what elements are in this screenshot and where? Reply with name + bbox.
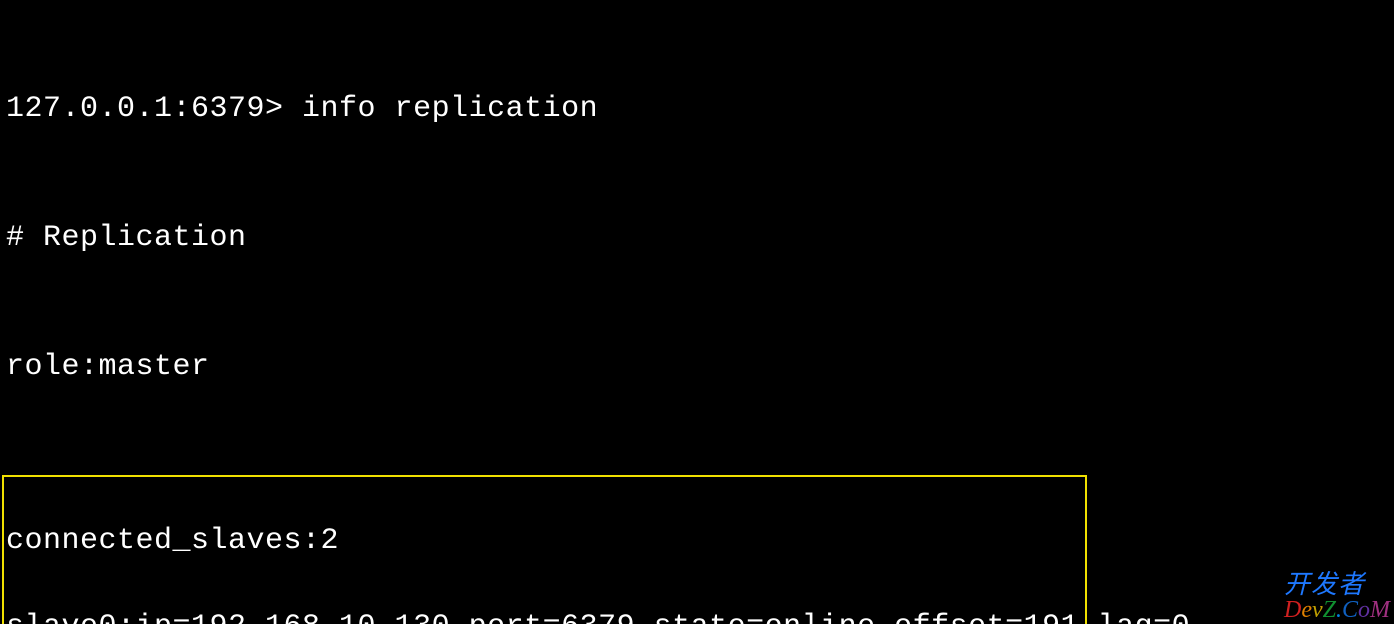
prompt: 127.0.0.1:6379> xyxy=(6,92,302,126)
terminal-output: 127.0.0.1:6379> info replication # Repli… xyxy=(0,0,1394,624)
prompt-line[interactable]: 127.0.0.1:6379> info replication xyxy=(6,88,1388,131)
highlight-box: connected_slaves:2 slave0:ip=192.168.10.… xyxy=(2,475,1087,624)
section-header: # Replication xyxy=(6,217,1388,260)
role-line: role:master xyxy=(6,346,1388,389)
command-text: info replication xyxy=(302,92,598,126)
connected-slaves-line: connected_slaves:2 xyxy=(6,520,1085,563)
slave0-line: slave0:ip=192.168.10.130,port=6379,state… xyxy=(6,606,1085,624)
